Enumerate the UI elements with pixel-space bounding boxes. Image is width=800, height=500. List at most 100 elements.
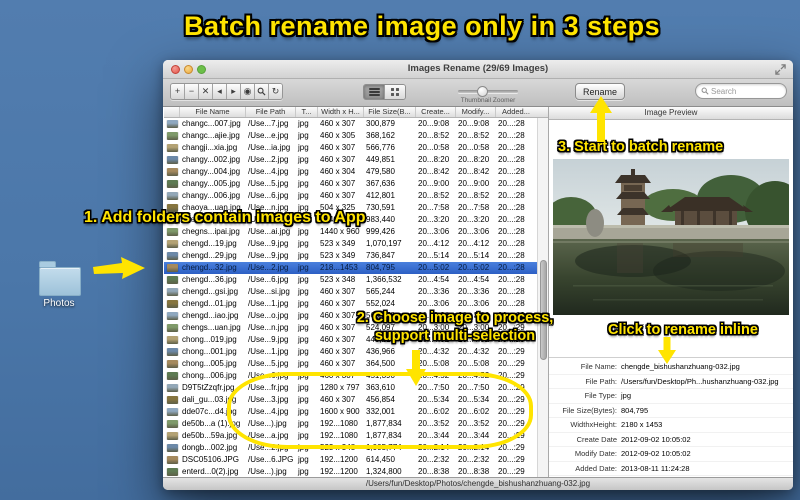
search-field[interactable]	[695, 83, 787, 99]
cell-modify-date: 20...3:36	[458, 287, 490, 296]
column-header[interactable]: T...	[296, 107, 318, 117]
metadata-row[interactable]: File Type: jpg	[549, 389, 793, 404]
table-row[interactable]: changc...007.jpg /Use...7.jpg jpg 460 x …	[164, 118, 537, 130]
table-row[interactable]: changy...004.jpg /Use...4.jpg jpg 460 x …	[164, 166, 537, 178]
cell-file-name: changc...ajie.jpg	[182, 131, 240, 140]
cell-file-name: chengd...iao.jpg	[182, 311, 239, 320]
cell-file-path: /Use...2.jpg	[248, 155, 289, 164]
table-row[interactable]: changy...005.jpg /Use...5.jpg jpg 460 x …	[164, 178, 537, 190]
step3-annotation: 3. Start to batch rename	[558, 139, 724, 155]
metadata-label: File Size(Bytes):	[562, 405, 617, 415]
thumbnail	[167, 132, 178, 140]
cell-added-date: 20...:29	[498, 455, 525, 464]
forward-button[interactable]: ▸	[227, 84, 241, 99]
list-view-icon	[368, 88, 380, 96]
arrow-down-step2-icon	[406, 350, 426, 386]
table-row[interactable]: changc...ajie.jpg /Use...e.jpg jpg 460 x…	[164, 130, 537, 142]
table-row[interactable]: DSC05106.JPG /Use...6.JPG jpg 192...1200…	[164, 454, 537, 466]
thumbnail-zoom-slider[interactable]	[458, 85, 518, 97]
quicklook-button[interactable]: ◉	[241, 84, 255, 99]
x-icon: ✕	[201, 86, 210, 96]
table-row[interactable]: chengd...32.jpg /Use...2.jpg jpg 218...1…	[164, 262, 537, 274]
metadata-row[interactable]: File Path: /Users/fun/Desktop/Ph...husha…	[549, 375, 793, 389]
column-header[interactable]: File Name	[180, 107, 246, 117]
cell-file-size: 367,636	[366, 179, 395, 188]
cell-type: jpg	[298, 323, 309, 332]
cell-type: jpg	[298, 131, 309, 140]
column-header[interactable]: Width x H...	[318, 107, 364, 117]
metadata-label: Create Date	[576, 434, 617, 444]
cell-type: jpg	[298, 455, 309, 464]
cell-added-date: 20...:28	[498, 191, 525, 200]
slider-knob[interactable]	[477, 85, 488, 97]
cell-file-name: changy...002.jpg	[182, 155, 241, 164]
column-header[interactable]: Modify...	[456, 107, 496, 117]
cell-dimensions: 460 x 307	[320, 359, 356, 368]
metadata-row[interactable]: Modify Date: 2012-09-02 10:05:02	[549, 447, 793, 462]
back-button[interactable]: ◂	[213, 84, 227, 99]
table-row[interactable]: chengd...19.jpg /Use...9.jpg jpg 523 x 3…	[164, 238, 537, 250]
metadata-row[interactable]: File Size(Bytes): 804,795	[549, 404, 793, 418]
minus-icon: −	[188, 86, 195, 96]
file-action-buttons: + − ✕ ◂ ▸ ◉ ↻	[170, 83, 283, 100]
cell-modify-date: 20...8:52	[458, 131, 490, 140]
photos-folder-icon[interactable]	[39, 261, 81, 296]
cell-file-name: chong...006.jpg	[182, 371, 237, 380]
metadata-row[interactable]: WidthxHeight: 2180 x 1453	[549, 418, 793, 433]
refresh-icon: ↻	[271, 86, 280, 96]
search-input[interactable]	[711, 86, 781, 96]
cell-file-size: 999,426	[366, 227, 395, 236]
thumbnail	[167, 384, 178, 392]
cell-type: jpg	[298, 311, 309, 320]
delete-button[interactable]: ✕	[199, 84, 213, 99]
remove-button[interactable]: −	[185, 84, 199, 99]
cell-file-path: /Use...1.jpg	[248, 347, 289, 356]
fullscreen-icon[interactable]	[775, 64, 786, 75]
cell-dimensions: 192...1200	[320, 467, 358, 476]
cell-type: jpg	[298, 335, 309, 344]
cell-added-date: 20...:28	[498, 227, 525, 236]
cell-file-name: chengd...32.jpg	[182, 263, 237, 272]
column-header[interactable]: File Size(B...	[364, 107, 416, 117]
add-button[interactable]: +	[171, 84, 185, 99]
metadata-value: 2012-09-02 10:05:02	[621, 449, 691, 459]
cell-type: jpg	[298, 179, 309, 188]
metadata-row[interactable]: Added Date: 2013-08-11 11:24:28	[549, 462, 793, 476]
cell-file-size: 300,879	[366, 119, 395, 128]
vertical-scrollbar[interactable]	[537, 118, 548, 477]
cell-type: jpg	[298, 227, 309, 236]
column-header[interactable]: Create...	[416, 107, 456, 117]
cell-create-date: 20...0:58	[418, 143, 450, 152]
metadata-value: jpg	[621, 391, 632, 401]
list-view-button[interactable]	[364, 85, 384, 99]
cell-create-date: 20...2:32	[418, 455, 450, 464]
table-row[interactable]: enterd...0(2).jpg /Use...).jpg jpg 192..…	[164, 466, 537, 477]
title-bar[interactable]: Images Rename (29/69 Images)	[163, 60, 793, 79]
grid-view-button[interactable]	[384, 85, 405, 99]
table-row[interactable]: changji...xia.jpg /Use...ia.jpg jpg 460 …	[164, 142, 537, 154]
cell-type: jpg	[298, 287, 309, 296]
table-row[interactable]: chegns...ipai.jpg /Use...ai.jpg jpg 1440…	[164, 226, 537, 238]
column-header[interactable]: File Path	[246, 107, 296, 117]
search-button[interactable]	[255, 84, 269, 99]
table-row[interactable]: chong...005.jpg /Use...5.jpg jpg 460 x 3…	[164, 358, 537, 370]
cell-file-size: 730,591	[366, 203, 395, 212]
metadata-label: File Path:	[585, 376, 617, 386]
column-header[interactable]: Added...	[496, 107, 536, 117]
thumbnail	[167, 312, 178, 320]
thumbnail	[167, 420, 178, 428]
table-row[interactable]: chengd...36.jpg /Use...6.jpg jpg 523 x 3…	[164, 274, 537, 286]
status-bar: /Users/fun/Desktop/Photos/chengde_bishus…	[163, 477, 793, 490]
table-row[interactable]: chong...001.jpg /Use...1.jpg jpg 460 x 3…	[164, 346, 537, 358]
refresh-button[interactable]: ↻	[269, 84, 282, 99]
table-row[interactable]: changy...002.jpg /Use...2.jpg jpg 460 x …	[164, 154, 537, 166]
tutorial-heading: Batch rename image only in 3 steps	[184, 11, 661, 41]
cell-create-date: 20...3:36	[418, 287, 450, 296]
column-header[interactable]	[164, 107, 180, 117]
table-row[interactable]: changy...006.jpg /Use...6.jpg jpg 460 x …	[164, 190, 537, 202]
table-row[interactable]: chengd...29.jpg /Use...9.jpg jpg 523 x 3…	[164, 250, 537, 262]
cell-file-size: 479,580	[366, 167, 395, 176]
metadata-label: Modify Date:	[574, 449, 617, 459]
table-row[interactable]: chengd...gsi.jpg /Use...si.jpg jpg 460 x…	[164, 286, 537, 298]
metadata-row[interactable]: Create Date 2012-09-02 10:05:02	[549, 433, 793, 447]
